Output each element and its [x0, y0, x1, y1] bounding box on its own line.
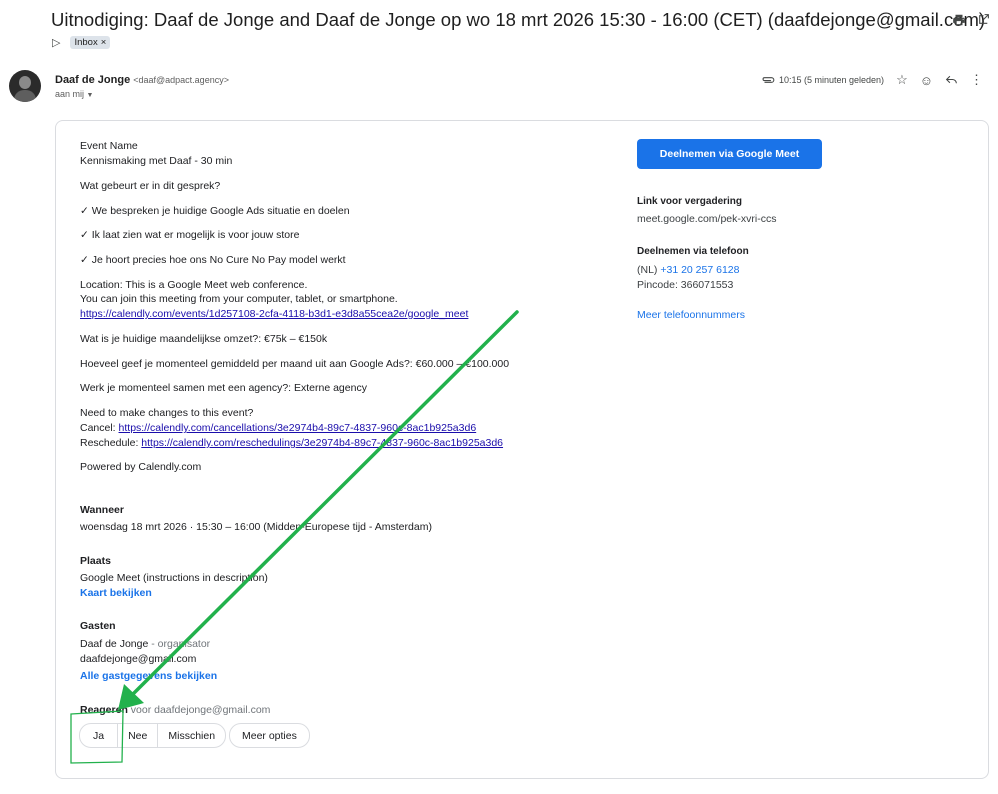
- guest-organizer-name: Daaf de Jonge: [80, 638, 149, 650]
- rsvp-prompt: Reageren voor daafdejonge@gmail.com: [80, 703, 270, 718]
- changes-text: Need to make changes to this event?: [80, 407, 254, 419]
- powered-by: Powered by Calendly.com: [80, 461, 202, 473]
- more-vert-icon[interactable]: ⋮: [970, 72, 983, 88]
- more-options-button[interactable]: Meer opties: [229, 723, 310, 748]
- more-phone-numbers-link[interactable]: Meer telefoonnummers: [637, 308, 745, 323]
- view-map-link[interactable]: Kaart bekijken: [80, 587, 152, 599]
- reschedule-label: Reschedule:: [80, 437, 142, 449]
- chevron-down-icon[interactable]: ▼: [87, 92, 94, 99]
- open-in-new-icon[interactable]: [977, 13, 990, 30]
- reschedule-link[interactable]: https://calendly.com/reschedulings/3e297…: [141, 437, 503, 449]
- adspend-answer: Hoeveel geef je momenteel gemiddeld per …: [80, 358, 510, 370]
- guest-email: daafdejonge@gmail.com: [80, 653, 197, 665]
- sender-email: <daaf@adpact.agency>: [133, 75, 229, 85]
- phone-number-link[interactable]: +31 20 257 6128: [660, 264, 739, 276]
- inbox-label-chip[interactable]: Inbox ×: [70, 36, 111, 49]
- place-value: Google Meet (instructions in description…: [80, 572, 268, 584]
- meeting-link-value[interactable]: meet.google.com/pek-xvri-ccs: [637, 212, 776, 227]
- recipients-toggle[interactable]: aan mij ▼: [55, 89, 93, 99]
- revenue-answer: Wat is je huidige maandelijkse omzet?: €…: [80, 333, 328, 345]
- importance-icon[interactable]: ▷: [52, 36, 60, 49]
- cancel-line: Cancel: https://calendly.com/cancellatio…: [80, 421, 476, 436]
- star-icon[interactable]: ☆: [896, 72, 908, 88]
- view-all-guests-link[interactable]: Alle gastgegevens bekijken: [80, 670, 217, 682]
- when-heading: Wanneer: [80, 504, 124, 516]
- inbox-label-text: Inbox: [74, 37, 98, 48]
- rsvp-maybe-button[interactable]: Misschien: [157, 724, 225, 747]
- recipients-label: aan mij: [55, 89, 85, 99]
- timestamp: 10:15 (5 minuten geleden): [778, 75, 885, 85]
- event-name-value: Kennismaking met Daaf - 30 min: [80, 155, 233, 167]
- point-2: ✓ Ik laat zien wat er mogelijk is voor j…: [80, 229, 300, 241]
- rsvp-label: Reageren: [80, 704, 128, 716]
- attachment-icon: [761, 73, 775, 88]
- rsvp-for: voor daafdejonge@gmail.com: [127, 704, 271, 716]
- emoji-icon[interactable]: ☺: [920, 73, 933, 88]
- phone-prefix: (NL): [637, 264, 661, 276]
- point-1: ✓ We bespreken je huidige Google Ads sit…: [80, 205, 350, 217]
- reply-icon[interactable]: [945, 73, 958, 88]
- guest-organizer-role: - organisator: [148, 638, 211, 650]
- guest-organizer: Daaf de Jonge - organisator: [80, 637, 210, 652]
- join-google-meet-button[interactable]: Deelnemen via Google Meet: [637, 139, 822, 169]
- print-icon[interactable]: [952, 13, 966, 31]
- event-name-label: Event Name: [80, 140, 138, 152]
- rsvp-no-button[interactable]: Nee: [117, 724, 157, 747]
- point-3: ✓ Je hoort precies hoe ons No Cure No Pa…: [80, 254, 346, 266]
- pin-code: Pincode: 366071553: [637, 279, 734, 291]
- label-row: ▷ Inbox ×: [52, 36, 111, 49]
- email-subject: Uitnodiging: Daaf de Jonge and Daaf de J…: [51, 9, 986, 30]
- sender-line: Daaf de Jonge <daaf@adpact.agency>: [55, 74, 229, 86]
- avatar[interactable]: [9, 70, 41, 102]
- location-line-1: Location: This is a Google Meet web conf…: [80, 279, 308, 291]
- remove-label-icon[interactable]: ×: [101, 37, 107, 48]
- guests-heading: Gasten: [80, 620, 116, 632]
- when-value: woensdag 18 mrt 2026 · 15:30 – 16:00 (Mi…: [80, 521, 432, 533]
- meeting-link[interactable]: https://calendly.com/events/1d257108-2cf…: [80, 307, 468, 322]
- meeting-link-heading: Link voor vergadering: [637, 196, 743, 207]
- sender-name[interactable]: Daaf de Jonge: [55, 74, 130, 86]
- phone-line: (NL) +31 20 257 6128: [637, 263, 739, 278]
- phone-heading: Deelnemen via telefoon: [637, 246, 749, 257]
- place-heading: Plaats: [80, 555, 111, 567]
- reschedule-line: Reschedule: https://calendly.com/resched…: [80, 436, 503, 451]
- location-line-2: You can join this meeting from your comp…: [80, 293, 398, 305]
- agency-answer: Werk je momenteel samen met een agency?:…: [80, 382, 367, 394]
- rsvp-yes-button[interactable]: Ja: [80, 724, 117, 747]
- question-intro: Wat gebeurt er in dit gesprek?: [80, 180, 221, 192]
- cancel-label: Cancel:: [80, 422, 119, 434]
- rsvp-button-group: Ja Nee Misschien: [79, 723, 227, 748]
- message-meta: 10:15 (5 minuten geleden) ☆ ☺ ⋮: [761, 72, 983, 88]
- cancel-link[interactable]: https://calendly.com/cancellations/3e297…: [119, 422, 477, 434]
